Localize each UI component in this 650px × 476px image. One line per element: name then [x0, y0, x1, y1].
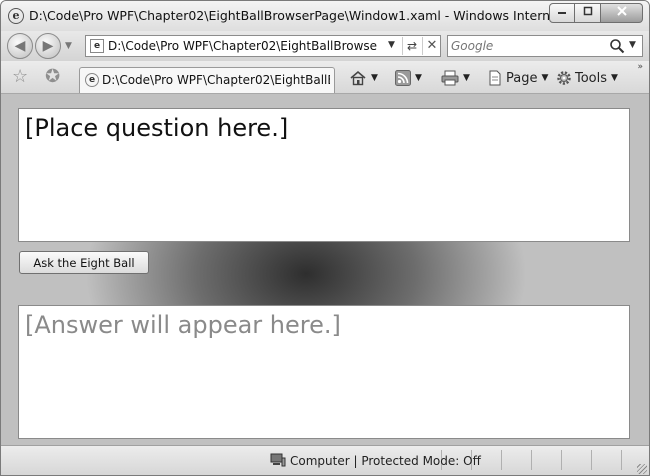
browser-tab[interactable]: e D:\Code\Pro WPF\Chapter02\EightBallBro…	[79, 67, 335, 93]
forward-arrow-icon: ▶	[42, 38, 54, 54]
status-divider	[561, 450, 562, 470]
page-icon: e	[90, 39, 104, 53]
page-icon	[489, 70, 501, 86]
maximize-icon	[583, 6, 592, 16]
resize-grip[interactable]	[637, 464, 647, 474]
favorites-center-button[interactable]: ☆	[12, 67, 28, 87]
close-button[interactable]	[601, 3, 643, 23]
ask-eight-ball-button[interactable]: Ask the Eight Ball	[19, 251, 149, 274]
page-content: [Place question here.] Ask the Eight Bal…	[1, 94, 649, 445]
add-favorite-star-icon: ✪	[45, 66, 61, 87]
answer-textbox: [Answer will appear here.]	[18, 305, 630, 439]
tools-dropdown-icon: ▼	[611, 73, 618, 83]
recent-pages-dropdown[interactable]: ▼	[65, 41, 72, 51]
status-divider	[591, 450, 592, 470]
status-bar: Computer | Protected Mode: Off	[1, 445, 649, 475]
status-divider	[621, 450, 622, 470]
home-dropdown-icon: ▼	[371, 73, 378, 83]
address-dropdown[interactable]: ▼	[388, 40, 395, 50]
close-icon	[616, 6, 627, 16]
browser-window: e D:\Code\Pro WPF\Chapter02\EightBallBro…	[0, 0, 650, 476]
question-textbox[interactable]: [Place question here.]	[18, 108, 630, 242]
ie-icon: e	[8, 8, 24, 24]
stop-button[interactable]: ✕	[422, 37, 441, 55]
command-bar: ☆ ✪ e D:\Code\Pro WPF\Chapter02\EightBal…	[1, 61, 649, 94]
home-button[interactable]: ▼	[349, 68, 378, 88]
page-menu-button[interactable]: Page ▼	[487, 68, 548, 88]
title-bar: e D:\Code\Pro WPF\Chapter02\EightBallBro…	[1, 1, 649, 31]
search-icon[interactable]	[609, 38, 625, 54]
back-button[interactable]: ◀	[7, 33, 33, 59]
forward-button[interactable]: ▶	[35, 33, 61, 59]
window-controls	[549, 3, 643, 23]
tools-menu-button[interactable]: Tools ▼	[556, 68, 618, 88]
refresh-icon: ⇄	[406, 39, 418, 53]
home-icon	[350, 70, 366, 86]
security-zone-status[interactable]: Computer | Protected Mode: Off	[290, 454, 481, 468]
address-bar[interactable]: e D:\Code\Pro WPF\Chapter02\EightBallBro…	[85, 35, 441, 57]
tab-page-icon: e	[85, 73, 99, 87]
add-to-favorites-button[interactable]: ✪	[45, 67, 60, 87]
print-button[interactable]: ▼	[441, 68, 470, 88]
feeds-dropdown-icon: ▼	[415, 73, 422, 83]
star-icon: ☆	[12, 66, 29, 87]
page-dropdown-icon: ▼	[541, 73, 549, 83]
address-text[interactable]: D:\Code\Pro WPF\Chapter02\EightBallBrows…	[108, 39, 378, 53]
search-options-dropdown[interactable]: ▼	[629, 40, 636, 50]
status-divider	[501, 450, 502, 470]
window-title: D:\Code\Pro WPF\Chapter02\EightBallBrows…	[29, 8, 549, 23]
computer-zone-icon	[270, 453, 286, 467]
search-box[interactable]: ▼	[447, 35, 643, 57]
feeds-button[interactable]: ▼	[395, 68, 422, 88]
page-menu-label: Page	[506, 70, 538, 86]
minimize-button[interactable]	[549, 3, 575, 23]
gear-icon	[557, 71, 571, 85]
tools-menu-label: Tools	[575, 70, 608, 86]
stop-icon: ✕	[426, 38, 438, 53]
tab-label: D:\Code\Pro WPF\Chapter02\EightBallBrows…	[102, 73, 330, 87]
toolbar-overflow-chevron-icon[interactable]: »	[637, 62, 643, 72]
refresh-button[interactable]: ⇄	[402, 37, 421, 55]
status-divider	[531, 450, 532, 470]
print-dropdown-icon: ▼	[463, 73, 470, 83]
rss-feed-icon	[395, 70, 411, 86]
back-arrow-icon: ◀	[14, 38, 26, 54]
maximize-button[interactable]	[575, 3, 601, 23]
search-input[interactable]	[451, 38, 601, 54]
navigation-bar: ◀ ▶ ▼ e D:\Code\Pro WPF\Chapter02\EightB…	[1, 31, 649, 61]
minimize-icon	[558, 12, 566, 14]
printer-icon	[441, 70, 459, 86]
